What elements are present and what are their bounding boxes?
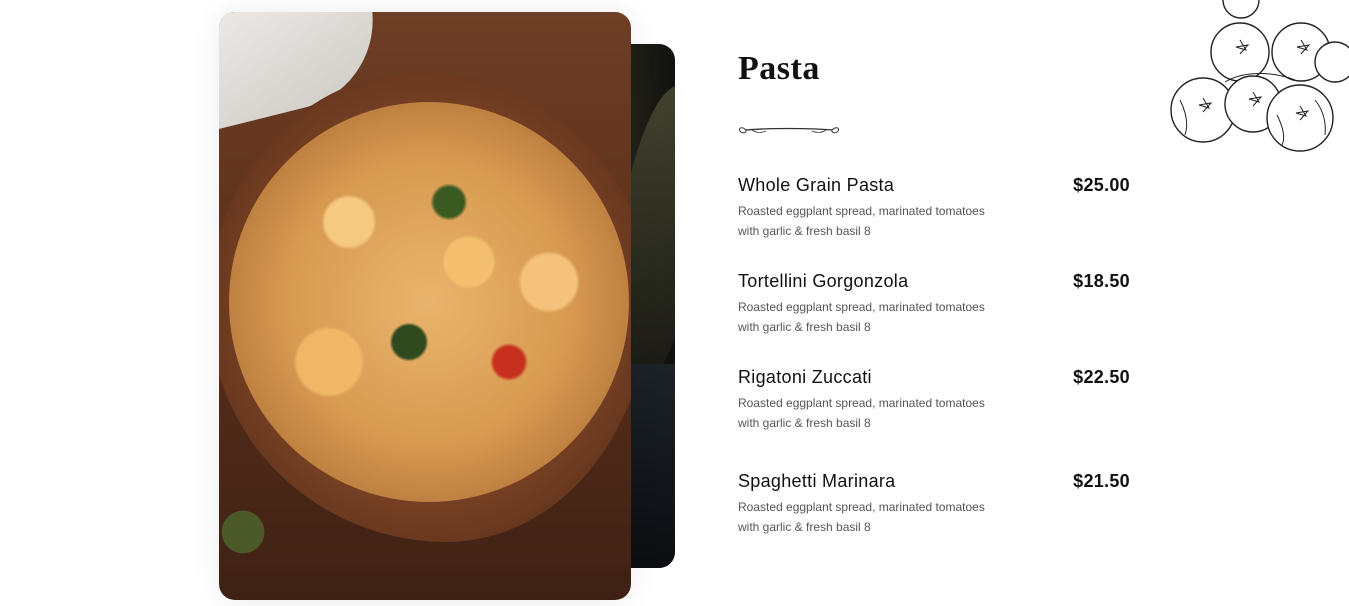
menu-item-price: $25.00 xyxy=(1073,175,1130,195)
ornamental-divider-icon xyxy=(739,127,839,134)
herb-garnish xyxy=(219,500,279,580)
penne-pasta xyxy=(229,102,629,502)
menu-item-price: $22.50 xyxy=(1073,367,1130,387)
menu-item-description: Roasted eggplant spread, marinated tomat… xyxy=(738,204,985,238)
menu-item-price: $21.50 xyxy=(1073,471,1130,491)
menu-item-name: Spaghetti Marinara xyxy=(738,471,896,491)
menu-item-description: Roasted eggplant spread, marinated tomat… xyxy=(738,300,985,334)
menu-title: Pasta xyxy=(738,50,820,87)
menu-item-name: Tortellini Gorgonzola xyxy=(738,271,909,291)
pasta-dish-photo xyxy=(219,12,631,600)
menu-item-price: $18.50 xyxy=(1073,271,1130,291)
menu-item-name: Whole Grain Pasta xyxy=(738,175,895,195)
menu-item-description: Roasted eggplant spread, marinated tomat… xyxy=(738,500,985,534)
menu-item-description: Roasted eggplant spread, marinated tomat… xyxy=(738,396,985,430)
menu-item-name: Rigatoni Zuccati xyxy=(738,367,872,387)
tomato-sketch-icon xyxy=(1170,0,1349,152)
